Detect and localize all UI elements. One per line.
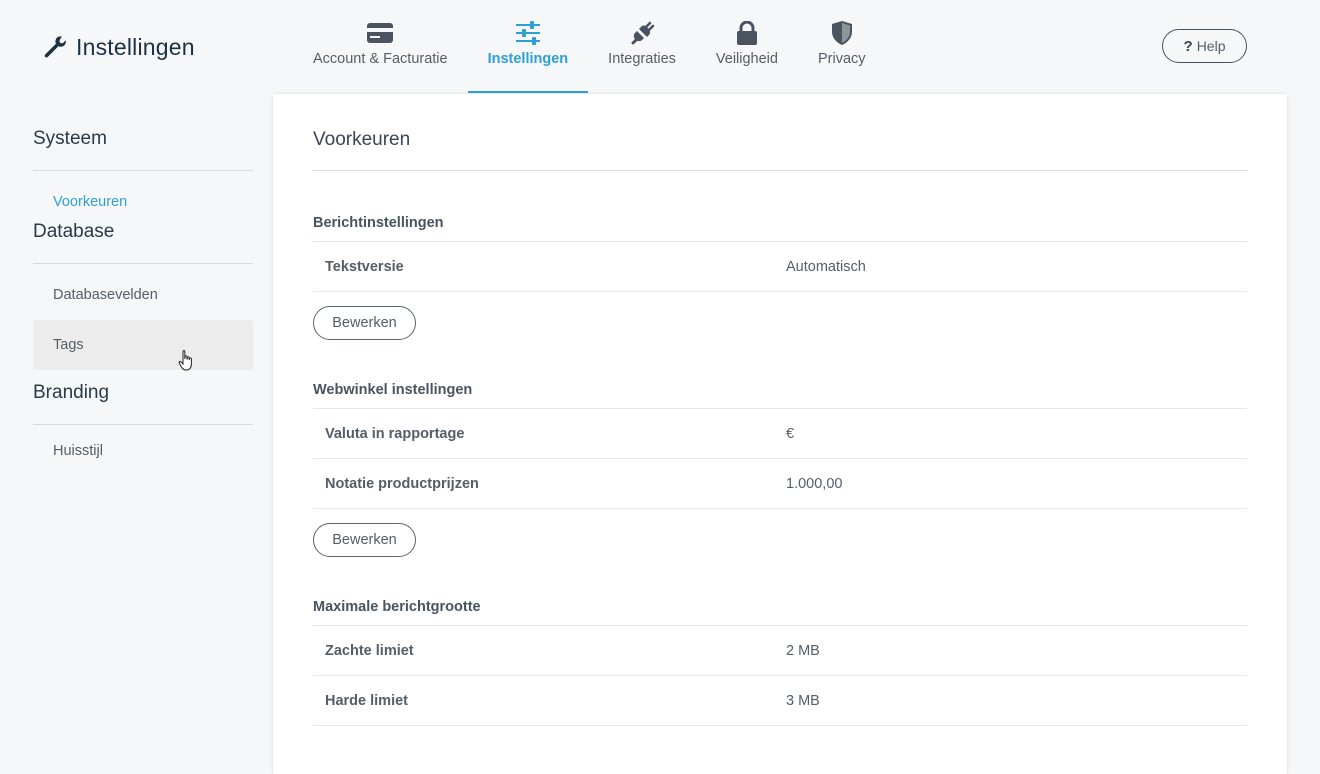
- sliders-icon: [513, 21, 543, 45]
- setting-value: 1.000,00: [786, 475, 843, 492]
- divider: [313, 170, 1247, 171]
- setting-row: Harde limiet 3 MB: [313, 676, 1247, 726]
- app-title: Instellingen: [42, 32, 195, 62]
- sidebar-heading-branding: Branding: [33, 370, 253, 425]
- wrench-icon: [44, 36, 66, 58]
- help-button[interactable]: ? Help: [1162, 29, 1247, 63]
- top-header: Instellingen Account & Facturatie Instel…: [0, 0, 1320, 93]
- credit-card-icon: [365, 21, 395, 45]
- sidebar-item-voorkeuren[interactable]: Voorkeuren: [33, 177, 253, 227]
- edit-berichtinstellingen-button[interactable]: Bewerken: [313, 306, 416, 340]
- tab-label: Privacy: [817, 51, 866, 67]
- tab-account-facturatie[interactable]: Account & Facturatie: [293, 0, 468, 93]
- section-title: Maximale berichtgrootte: [313, 598, 1247, 626]
- app-title-label: Instellingen: [76, 33, 195, 60]
- setting-value: 2 MB: [786, 642, 820, 659]
- setting-row: Valuta in rapportage €: [313, 409, 1247, 459]
- tab-instellingen[interactable]: Instellingen: [467, 0, 589, 93]
- setting-row: Zachte limiet 2 MB: [313, 626, 1247, 676]
- main-panel: Voorkeuren Berichtinstellingen Tekstvers…: [273, 94, 1287, 774]
- main-tabs: Account & Facturatie Instellingen Integr…: [293, 0, 886, 93]
- tab-label: Instellingen: [487, 51, 569, 67]
- question-icon: ?: [1183, 37, 1193, 55]
- tab-veiligheid[interactable]: Veiligheid: [696, 0, 798, 93]
- setting-key: Valuta in rapportage: [325, 425, 465, 442]
- tab-label: Integraties: [608, 51, 676, 67]
- plug-icon: [627, 21, 657, 45]
- setting-row: Notatie productprijzen 1.000,00: [313, 459, 1247, 509]
- page-title: Voorkeuren: [313, 129, 411, 150]
- setting-key: Notatie productprijzen: [325, 475, 479, 492]
- setting-row: Tekstversie Automatisch: [313, 242, 1247, 292]
- section-title: Berichtinstellingen: [313, 214, 1247, 242]
- sidebar-item-huisstijl[interactable]: Huisstijl: [33, 426, 253, 476]
- setting-key: Harde limiet: [325, 692, 408, 709]
- section-webwinkel-instellingen: Webwinkel instellingen Valuta in rapport…: [313, 381, 1247, 557]
- section-maximale-berichtgrootte: Maximale berichtgrootte Zachte limiet 2 …: [313, 598, 1247, 726]
- tab-integraties[interactable]: Integraties: [588, 0, 696, 93]
- sidebar: Systeem Voorkeuren Database Databaseveld…: [33, 94, 253, 476]
- help-label: Help: [1196, 38, 1226, 54]
- sidebar-heading-database: Database: [33, 221, 253, 264]
- setting-key: Tekstversie: [325, 258, 404, 275]
- section-berichtinstellingen: Berichtinstellingen Tekstversie Automati…: [313, 214, 1247, 340]
- tab-privacy[interactable]: Privacy: [798, 0, 886, 93]
- setting-value: €: [786, 425, 795, 442]
- setting-key: Zachte limiet: [325, 642, 414, 659]
- setting-value: 3 MB: [786, 692, 820, 709]
- tab-label: Account & Facturatie: [313, 51, 448, 67]
- edit-webwinkel-button[interactable]: Bewerken: [313, 523, 416, 557]
- sidebar-item-databasevelden[interactable]: Databasevelden: [33, 270, 253, 320]
- section-title: Webwinkel instellingen: [313, 381, 1247, 409]
- sidebar-item-tags[interactable]: Tags: [33, 320, 253, 370]
- hand-cursor-icon: [178, 350, 192, 371]
- lock-icon: [732, 21, 762, 45]
- shield-icon: [827, 21, 857, 45]
- sidebar-heading-systeem: Systeem: [33, 94, 253, 171]
- setting-value: Automatisch: [786, 258, 866, 275]
- tab-label: Veiligheid: [715, 51, 778, 67]
